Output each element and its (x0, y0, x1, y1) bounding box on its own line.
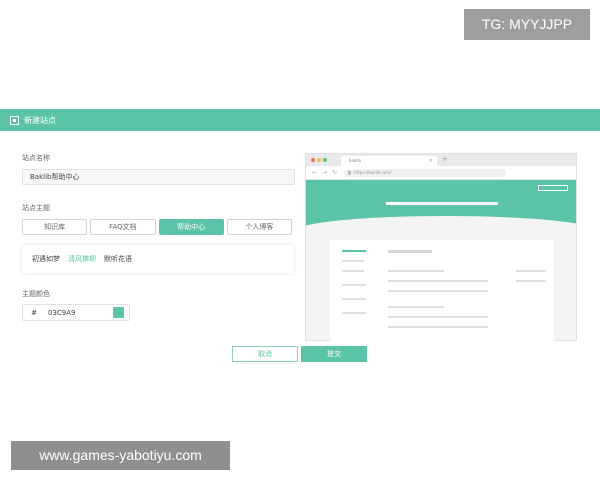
preview-line (342, 284, 366, 286)
modal-title: 新建站点 (24, 115, 56, 125)
preview-line (388, 270, 444, 272)
preview-tab: baklib × (341, 156, 437, 166)
preview-line (342, 250, 366, 252)
preview-content (330, 240, 554, 342)
close-dot-icon (311, 158, 315, 162)
preview-line (516, 270, 546, 272)
preview-line (516, 280, 546, 282)
preview-hero-button (538, 185, 568, 191)
preview-line (388, 280, 488, 282)
theme-help-center-button[interactable]: 帮助中心 (158, 219, 224, 235)
theme-knowledge-base-button[interactable]: 知识库 (22, 219, 88, 235)
style-option-2[interactable]: 清风拂柳 (68, 254, 96, 264)
modal-header: 新建站点 (0, 109, 600, 131)
color-value[interactable]: 03C9A9 (45, 309, 113, 317)
preview-tab-title: baklib (349, 158, 362, 163)
cancel-button[interactable]: 取消 (232, 346, 298, 362)
preview-line (342, 270, 364, 272)
site-name-label: 站点名称 (22, 154, 50, 162)
preview-line (388, 250, 432, 253)
theme-faq-button[interactable]: FAQ文档 (90, 219, 156, 235)
new-tab-icon: + (442, 155, 448, 163)
preview-line (388, 326, 488, 328)
preview-tab-bar: baklib × + (306, 154, 576, 166)
preview-search-bar (386, 202, 498, 205)
preview-line (388, 290, 488, 292)
preview-line (388, 306, 444, 308)
theme-color-field[interactable]: # 03C9A9 (22, 304, 130, 321)
preview-line (342, 312, 366, 314)
preview-address-bar: ← → ↻ https://baklib.com/ (306, 166, 576, 180)
reload-icon: ↻ (332, 169, 338, 176)
style-options-card: 初遇如梦 清风拂柳 默听花语 (22, 245, 294, 273)
minimize-dot-icon (317, 158, 321, 162)
style-option-1[interactable]: 初遇如梦 (32, 254, 60, 264)
tg-watermark: TG: MYYJJPP (464, 9, 590, 40)
color-prefix: # (31, 308, 37, 317)
add-icon (10, 115, 19, 125)
submit-button[interactable]: 提交 (301, 346, 367, 362)
theme-button-group: 知识库 FAQ文档 帮助中心 个人博客 (22, 219, 292, 235)
site-preview: baklib × + ← → ↻ https://baklib.com/ (305, 153, 577, 342)
color-swatch[interactable] (113, 307, 124, 318)
color-label: 主题颜色 (22, 290, 50, 298)
page: TG: MYYJJPP 新建站点 站点名称 Baklib帮助中心 站点主题 知识… (0, 0, 600, 480)
theme-label: 站点主题 (22, 204, 50, 212)
new-site-modal: 新建站点 站点名称 Baklib帮助中心 站点主题 知识库 FAQ文档 帮助中心… (0, 109, 600, 371)
back-arrow-icon: ← (312, 169, 318, 176)
url-watermark: www.games-yabotiyu.com (11, 441, 230, 470)
preview-wave (306, 216, 576, 228)
theme-personal-blog-button[interactable]: 个人博客 (226, 219, 292, 235)
style-option-3[interactable]: 默听花语 (104, 254, 132, 264)
preview-hero (306, 180, 576, 228)
maximize-dot-icon (323, 158, 327, 162)
forward-arrow-icon: → (322, 169, 328, 176)
site-name-input[interactable]: Baklib帮助中心 (22, 169, 295, 185)
preview-line (388, 316, 488, 318)
lock-icon (348, 171, 351, 175)
tab-close-icon: × (428, 158, 433, 164)
preview-line (342, 298, 366, 300)
preview-url: https://baklib.com/ (344, 169, 506, 177)
preview-line (342, 260, 364, 262)
